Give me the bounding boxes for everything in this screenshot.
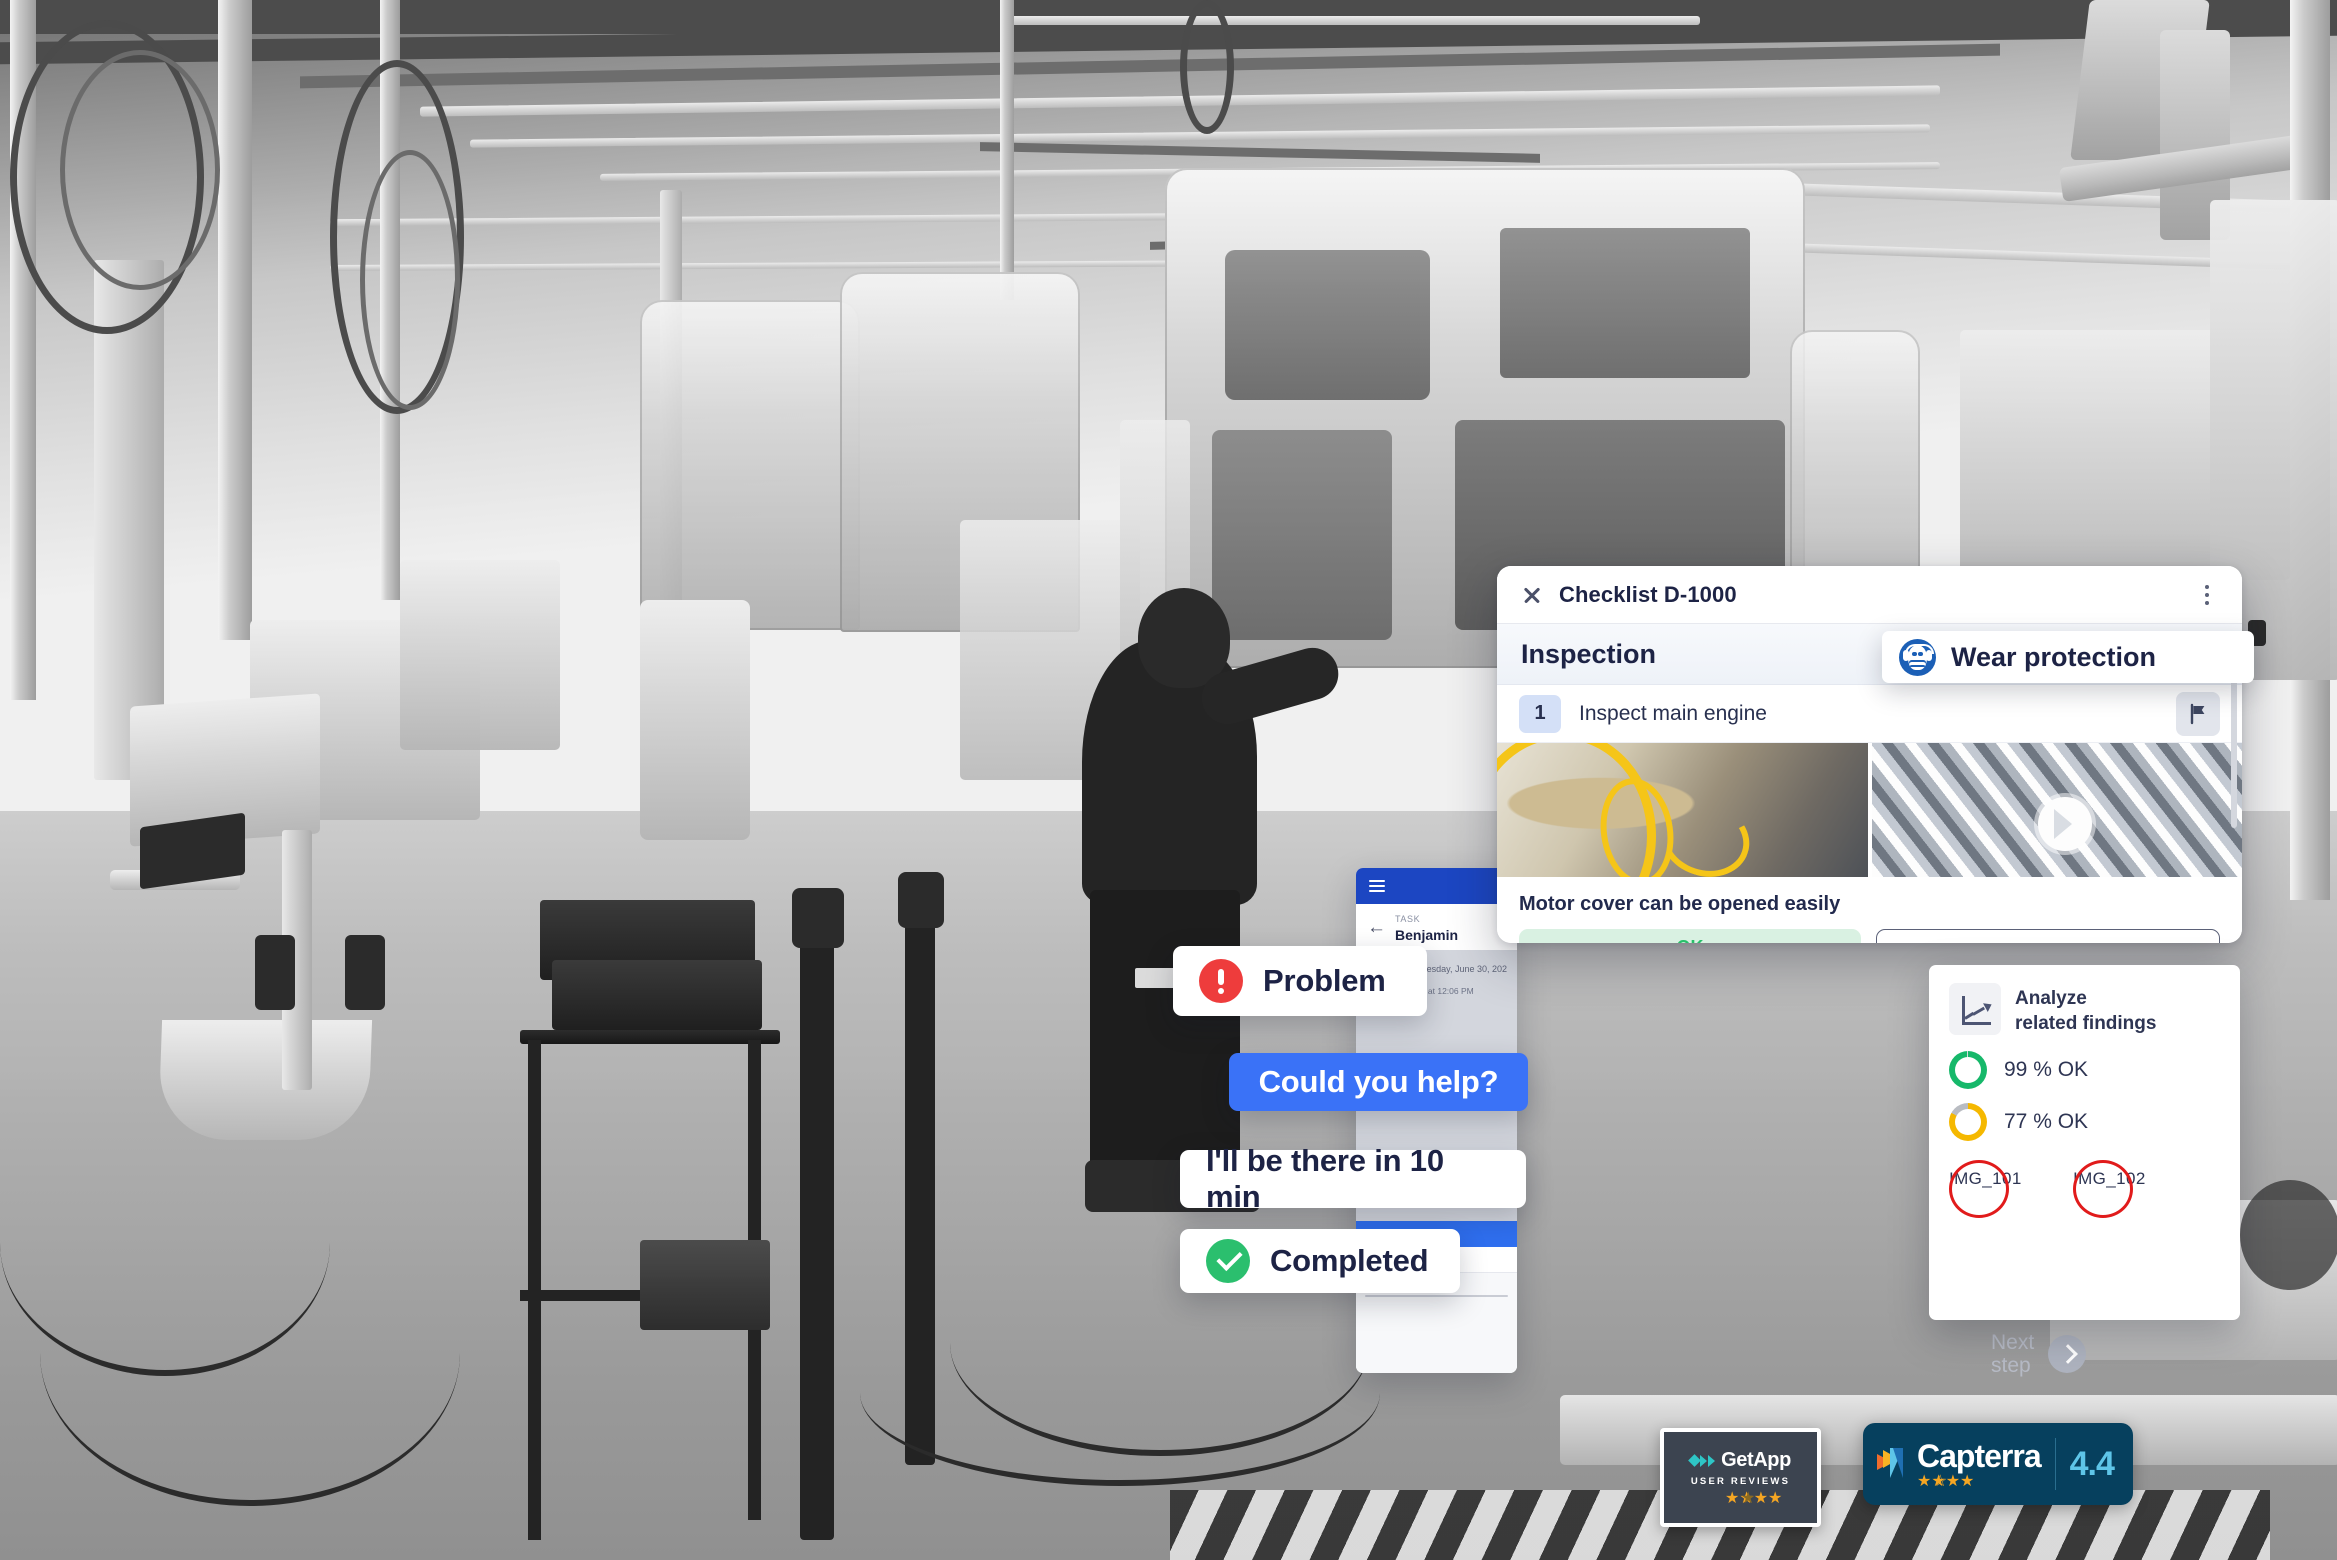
help-bubble[interactable]: Could you help? bbox=[1229, 1053, 1528, 1111]
checklist-media-strip bbox=[1497, 743, 2242, 877]
analyze-title-line2: related findings bbox=[2015, 1013, 2157, 1035]
check-circle-icon bbox=[1206, 1239, 1250, 1283]
flag-icon[interactable] bbox=[2176, 691, 2220, 736]
section-title: Inspection bbox=[1521, 638, 1657, 669]
answer-alt-button[interactable] bbox=[1876, 929, 2220, 943]
ppe-head-protection-icon bbox=[1899, 638, 1936, 676]
task-panel[interactable]: ← TASK Benjamin Tuesday, June 30, 202 Ci… bbox=[1356, 868, 1517, 1373]
capterra-star-rating: ★★★★ ☆ bbox=[1917, 1472, 2041, 1490]
task-panel-subheader: ← TASK Benjamin bbox=[1356, 904, 1517, 950]
half-star-icon: ☆ bbox=[1933, 1472, 1948, 1490]
analytics-chart-icon bbox=[1949, 983, 2001, 1035]
half-star-icon: ★ bbox=[1741, 1490, 1756, 1507]
star-icon: ★★★★ bbox=[1725, 1490, 1783, 1507]
back-arrow-icon[interactable]: ← bbox=[1367, 918, 1386, 937]
task-eyebrow: TASK bbox=[1395, 914, 1421, 924]
stat-label-99: 99 % OK bbox=[2004, 1057, 2089, 1081]
capterra-arrow-icon bbox=[1877, 1448, 1907, 1480]
completed-bubble-label: Completed bbox=[1270, 1243, 1429, 1278]
eta-bubble-label: I'll be there in 10 min bbox=[1206, 1143, 1444, 1214]
finding-thumbnail[interactable]: IMG_102 bbox=[2073, 1159, 2182, 1218]
stat-label-77: 77 % OK bbox=[2004, 1109, 2089, 1133]
donut-chart-77 bbox=[1949, 1102, 1987, 1141]
kebab-menu-icon[interactable] bbox=[2196, 582, 2218, 608]
checklist-card[interactable]: Checklist D-1000 Inspection 1 Inspect ma… bbox=[1497, 566, 2242, 943]
capterra-badge: Capterra ★★★★ ☆ 4.4 bbox=[1863, 1423, 2133, 1505]
task-name: Benjamin bbox=[1395, 927, 1459, 943]
alert-circle-icon bbox=[1199, 959, 1243, 1003]
stat-row-ok-99: 99 % OK bbox=[1949, 1050, 2220, 1089]
stat-row-ok-77: 77 % OK bbox=[1949, 1102, 2220, 1141]
checklist-title: Checklist D-1000 bbox=[1559, 581, 1737, 607]
finding-thumbnail[interactable]: IMG_101 bbox=[1949, 1159, 2058, 1218]
wear-protection-badge: Wear protection bbox=[1882, 631, 2254, 683]
problem-bubble-label: Problem bbox=[1263, 963, 1386, 998]
next-step-button[interactable]: Next step bbox=[1991, 1327, 2181, 1381]
chevron-right-circle-icon[interactable] bbox=[2048, 1335, 2087, 1373]
getapp-star-rating: ★★★★ ★ bbox=[1725, 1490, 1783, 1507]
next-step-line2: step bbox=[1991, 1354, 2031, 1377]
wear-protection-label: Wear protection bbox=[1951, 641, 2157, 672]
capterra-score: 4.4 bbox=[2069, 1444, 2115, 1483]
step-label: Inspect main engine bbox=[1579, 701, 1767, 725]
star-icon: ★★★★ bbox=[1917, 1472, 1975, 1490]
answer-ok-button[interactable]: OK bbox=[1519, 929, 1861, 943]
getapp-name: GetApp bbox=[1721, 1449, 1791, 1471]
getapp-badge: GetApp USER REVIEWS ★★★★ ★ bbox=[1660, 1428, 1821, 1527]
donut-chart-99 bbox=[1949, 1050, 1987, 1089]
stator-winding-photo[interactable] bbox=[1497, 743, 1868, 877]
hamburger-menu-icon[interactable] bbox=[1369, 880, 1385, 892]
checklist-step-row[interactable]: 1 Inspect main engine bbox=[1497, 685, 2242, 743]
getapp-subtitle: USER REVIEWS bbox=[1690, 1476, 1791, 1487]
analyze-title-line1: Analyze bbox=[2015, 988, 2087, 1009]
close-icon[interactable] bbox=[1519, 582, 1545, 608]
getapp-chevrons-icon bbox=[1688, 1454, 1716, 1467]
capterra-name: Capterra bbox=[1917, 1437, 2042, 1474]
analyze-related-findings-panel[interactable]: Analyze related findings 99 % OK 77 % OK… bbox=[1929, 965, 2240, 1320]
question-label-1: Motor cover can be opened easily bbox=[1519, 893, 1841, 915]
gearbox-video-thumbnail[interactable] bbox=[1871, 743, 2242, 877]
vertical-scrollbar[interactable] bbox=[2231, 678, 2237, 828]
question-block-1: Motor cover can be opened easily OK bbox=[1497, 877, 2242, 943]
completed-bubble[interactable]: Completed bbox=[1180, 1229, 1460, 1293]
problem-bubble[interactable]: Problem bbox=[1173, 946, 1427, 1016]
help-bubble-label: Could you help? bbox=[1258, 1064, 1499, 1099]
eta-bubble[interactable]: I'll be there in 10 min bbox=[1180, 1143, 1526, 1214]
task-panel-topbar bbox=[1356, 868, 1517, 904]
next-step-line1: Next bbox=[1991, 1330, 2035, 1354]
checklist-header: Checklist D-1000 bbox=[1497, 566, 2242, 624]
step-number: 1 bbox=[1519, 694, 1561, 733]
